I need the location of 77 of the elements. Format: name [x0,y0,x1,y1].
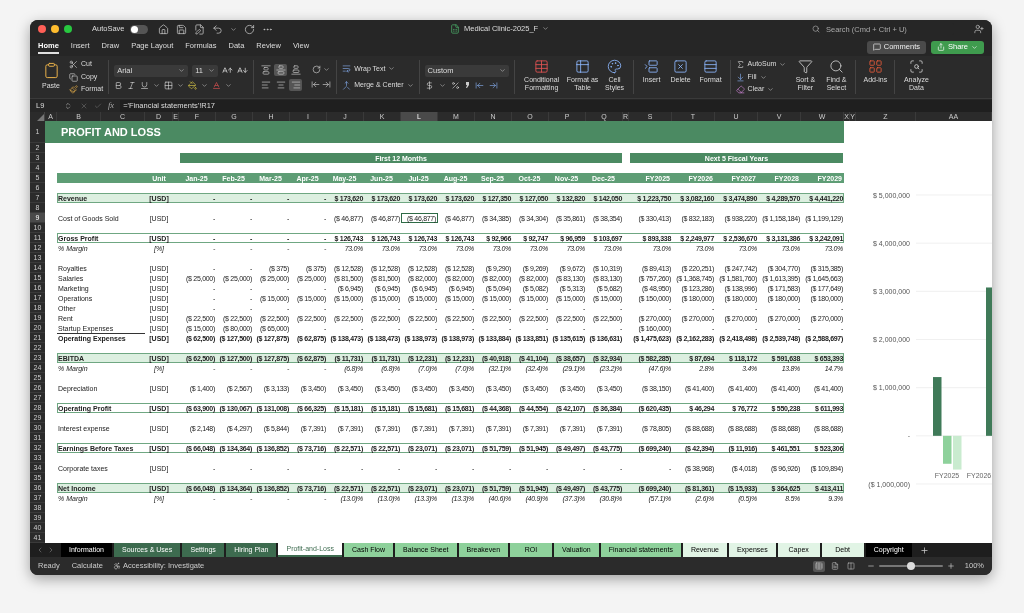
edit-file-icon[interactable] [193,23,205,35]
grid-icon [867,59,883,74]
previous-sheet-icon[interactable] [36,546,44,554]
spreadsheet-file-icon [450,23,460,34]
user-plus-icon[interactable] [974,24,984,34]
currency-icon[interactable] [424,80,434,90]
comma-style-icon[interactable] [464,81,470,89]
autosave-toggle[interactable] [129,24,148,34]
borders-icon[interactable] [164,80,174,90]
share-icon [937,43,945,51]
next-sheet-icon[interactable] [47,546,55,554]
italic-icon[interactable] [127,80,137,90]
align-left-button[interactable] [259,78,273,91]
align-right-button[interactable] [289,78,303,91]
clipboard-icon [42,62,60,80]
view-button[interactable] [844,560,857,572]
search-icon [828,59,844,74]
underline-icon[interactable] [140,80,150,90]
copy-icon [69,72,78,82]
home-icon[interactable] [157,23,169,35]
decrease-font-icon[interactable] [237,65,249,76]
zoom-thumb[interactable] [906,562,915,570]
fill-color-icon[interactable] [188,80,198,90]
caret-icon[interactable] [323,66,331,73]
filter-icon [797,59,813,74]
paintbrush-icon [69,85,78,94]
percent-icon[interactable] [450,80,460,90]
add-sheet-icon[interactable] [919,545,929,555]
sigma-icon [735,60,745,69]
caret-icon[interactable] [542,25,550,33]
view-button[interactable] [812,560,825,572]
decrease-indent-icon[interactable] [311,80,321,89]
align-bottom-button[interactable] [289,63,303,76]
table-icon [575,59,591,74]
save-icon[interactable] [175,23,187,35]
table-icon [534,59,550,74]
rows-icon [703,59,719,74]
caret-icon [388,65,396,73]
sheet-title: PROFIT AND LOSS [61,126,161,138]
close-window-icon[interactable] [38,25,46,33]
columns-view-icon [846,562,855,570]
increase-font-icon[interactable] [222,65,234,76]
insert-rows-icon [644,59,660,74]
align-center-button[interactable] [274,78,288,91]
increase-indent-icon[interactable] [322,80,332,89]
undo-icon[interactable] [211,23,223,35]
scissors-icon [69,60,78,69]
maximize-window-icon[interactable] [64,25,72,33]
fill-down-icon [735,72,745,82]
minimize-window-icon[interactable] [51,25,59,33]
bold-icon[interactable] [114,80,124,90]
align-top-button[interactable] [259,63,273,76]
delete-box-icon [673,59,689,74]
grid-view-icon [814,562,823,570]
function-label[interactable]: fx [108,99,115,112]
merge-icon [342,80,352,90]
caret-icon [971,43,978,51]
caret-icon [406,81,414,89]
caret-icon[interactable] [438,81,446,89]
font-color-icon[interactable] [212,80,222,90]
comment-icon [872,43,881,51]
wrap-text-icon [342,64,352,74]
caret-icon [779,61,787,68]
eraser-icon [735,85,745,94]
align-middle-button[interactable] [274,63,288,76]
caret-icon [498,67,506,74]
search-icon [812,25,820,33]
caret-icon[interactable] [229,25,237,33]
caret-icon[interactable] [225,81,233,89]
caret-icon[interactable] [153,81,161,89]
accessibility-icon [112,562,121,570]
name-box-stepper-icon[interactable] [64,101,72,110]
magnifier-icon [908,59,924,74]
redo-icon[interactable] [243,23,255,35]
page-view-icon [830,562,839,570]
zoom-in-icon[interactable] [946,562,955,570]
palette-icon [607,59,623,74]
